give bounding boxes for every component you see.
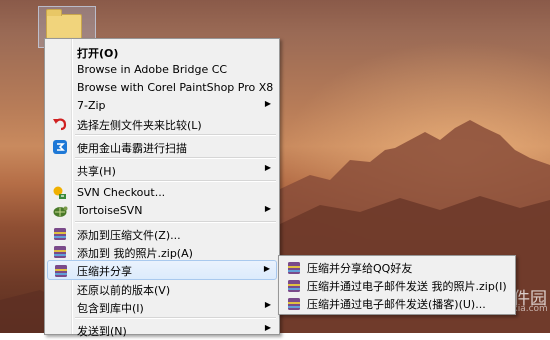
submenu-arrow-icon: ▶ (263, 264, 270, 273)
menu-item-label: 压缩并分享给QQ好友 (307, 262, 413, 275)
submenu-arrow-icon: ▶ (264, 99, 271, 108)
tortoisesvn-icon (53, 206, 68, 217)
menu-item-add-to-zip[interactable]: 添加到 我的照片.zip(A) (47, 242, 277, 262)
menu-item-label: Browse in Adobe Bridge CC (77, 63, 228, 76)
winrar-archive-icon (55, 265, 67, 277)
menu-item-label: 7-Zip (77, 99, 106, 112)
compress-and-share-submenu: 压缩并分享给QQ好友 压缩并通过电子邮件发送 我的照片.zip(I) 压缩并通过… (278, 255, 516, 315)
menu-item-send-to[interactable]: 发送到(N) ▶ (47, 320, 277, 340)
menu-item-include-in-library[interactable]: 包含到库中(I) ▶ (47, 297, 277, 317)
menu-item-corel-paintshop[interactable]: Browse with Corel PaintShop Pro X8 (47, 78, 277, 98)
winrar-archive-icon (54, 228, 66, 240)
winrar-archive-icon (288, 280, 300, 292)
submenu-item-email-zip[interactable]: 压缩并通过电子邮件发送 我的照片.zip(I) (281, 276, 513, 294)
jinshan-duba-icon (53, 140, 67, 154)
menu-item-open[interactable]: 打开(O) (47, 42, 277, 62)
submenu-arrow-icon: ▶ (264, 300, 271, 309)
menu-separator (75, 317, 276, 319)
winrar-archive-icon (288, 298, 300, 310)
svn-checkout-icon (53, 186, 66, 199)
menu-item-label: 压缩并通过电子邮件发送(播客)(U)... (307, 298, 486, 311)
menu-item-label: Browse with Corel PaintShop Pro X8 (77, 81, 274, 94)
menu-item-compare-left-folder[interactable]: 选择左侧文件夹来比较(L) (47, 114, 277, 134)
menu-item-label: 打开(O) (77, 47, 119, 60)
menu-separator (75, 134, 276, 136)
menu-item-svn-checkout[interactable]: SVN Checkout... (47, 183, 277, 203)
menu-item-label: 包含到库中(I) (77, 302, 144, 315)
menu-item-tortoisesvn[interactable]: TortoiseSVN ▶ (47, 201, 277, 221)
menu-item-label: 添加到 我的照片.zip(A) (77, 247, 193, 260)
submenu-arrow-icon: ▶ (264, 204, 271, 213)
menu-item-compress-and-share[interactable]: 压缩并分享 ▶ (47, 260, 277, 280)
menu-item-label: 压缩并分享 (77, 265, 132, 278)
menu-separator (75, 157, 276, 159)
menu-item-label: 发送到(N) (77, 325, 127, 338)
menu-separator (75, 221, 276, 223)
submenu-arrow-icon: ▶ (264, 323, 271, 332)
menu-item-label: 压缩并通过电子邮件发送 我的照片.zip(I) (307, 280, 507, 293)
undo-arrow-icon (53, 118, 67, 131)
submenu-item-email-podcast[interactable]: 压缩并通过电子邮件发送(播客)(U)... (281, 294, 513, 312)
menu-item-label: 使用金山毒霸进行扫描 (77, 142, 187, 155)
menu-item-label: 共享(H) (77, 165, 116, 178)
menu-item-label: 选择左侧文件夹来比较(L) (77, 119, 202, 132)
menu-item-jinshan-scan[interactable]: 使用金山毒霸进行扫描 (47, 137, 277, 157)
submenu-item-share-to-qq[interactable]: 压缩并分享给QQ好友 (281, 258, 513, 276)
menu-item-label: 添加到压缩文件(Z)... (77, 229, 181, 242)
menu-item-label: 还原以前的版本(V) (77, 284, 171, 297)
menu-item-add-to-archive[interactable]: 添加到压缩文件(Z)... (47, 224, 277, 244)
menu-separator (75, 180, 276, 182)
menu-item-7zip[interactable]: 7-Zip ▶ (47, 96, 277, 116)
menu-item-label: TortoiseSVN (77, 204, 143, 217)
menu-item-adobe-bridge[interactable]: Browse in Adobe Bridge CC (47, 60, 277, 80)
menu-item-share[interactable]: 共享(H) ▶ (47, 160, 277, 180)
menu-item-restore-previous-versions[interactable]: 还原以前的版本(V) (47, 279, 277, 299)
winrar-archive-icon (288, 262, 300, 274)
winrar-archive-icon (54, 246, 66, 258)
context-menu: 打开(O) Browse in Adobe Bridge CC Browse w… (44, 38, 280, 338)
menu-item-label: SVN Checkout... (77, 186, 166, 199)
submenu-arrow-icon: ▶ (264, 163, 271, 172)
